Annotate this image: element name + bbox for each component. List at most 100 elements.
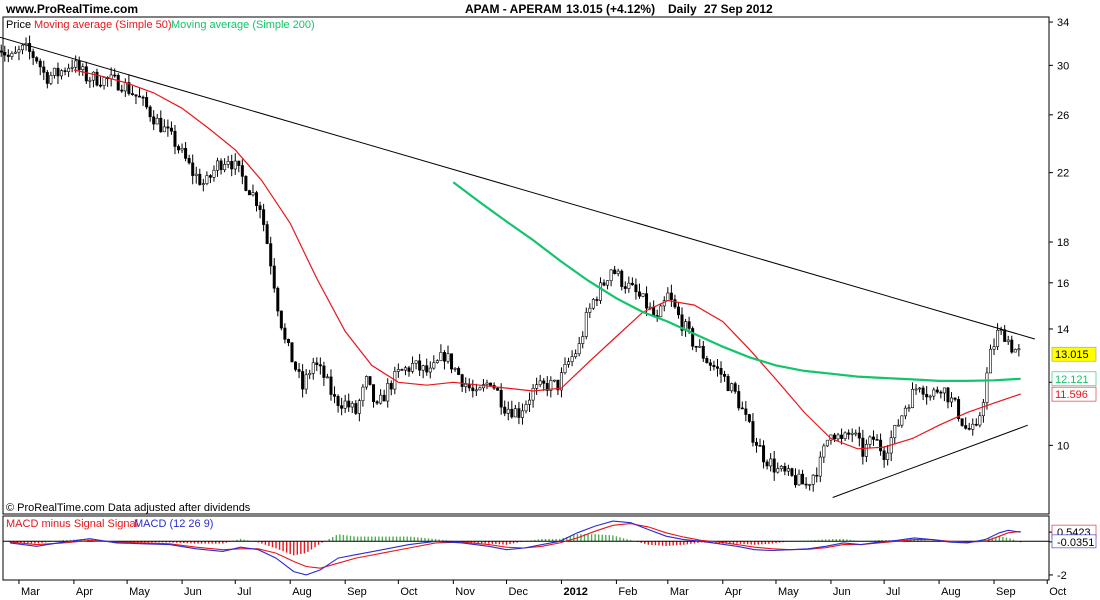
candle-body [450,353,454,370]
candle-body [503,406,507,414]
candle-body [524,404,528,412]
candle-body [985,372,989,403]
candle-body [442,352,446,362]
candle-body [42,66,46,73]
candle-body [226,161,230,165]
candle-body [609,269,613,282]
candle [290,342,294,363]
candle-body [935,389,939,393]
candle-body [747,414,751,422]
candle-body [464,383,468,387]
candle-body [595,299,599,301]
candle-body [446,353,450,362]
candle-body [354,403,358,414]
candle-body [744,408,748,415]
candle-body [996,329,1000,347]
candle-body [723,374,727,377]
candle-body [230,161,234,170]
candle-body [88,79,92,82]
candle-body [964,425,968,429]
candle-body [992,346,996,350]
candle-body [99,84,103,87]
candle-body [528,399,532,405]
candle-body [825,439,829,447]
candle-body [797,473,801,486]
candle-body [191,162,195,176]
candle-body [762,445,766,463]
last-price-label: 13.015 [1055,349,1089,361]
candle-body [758,445,762,447]
candle-body [974,423,978,426]
candle-body [70,66,74,69]
site-url[interactable]: www.ProRealTime.com [6,2,138,16]
candle-body [861,437,865,457]
candle-body [148,106,152,118]
candle-body [538,380,542,385]
candle-body [932,389,936,397]
candle-body [95,71,99,86]
candle-body [343,400,347,409]
candle-body [407,367,411,372]
candle-body [138,95,142,98]
candle-body [240,165,244,177]
candle-body [325,376,329,379]
candle-body [120,89,124,92]
candle-body [77,60,81,71]
x-tick-label: Jun [833,586,851,598]
candle-body [155,117,159,125]
candle-body [552,379,556,382]
candle-body [864,444,868,457]
candle-body [754,442,758,446]
x-tick-label: Mar [670,586,689,598]
candle-body [223,164,227,171]
candle-body [251,192,255,196]
candle-body [467,383,471,389]
candle-body [815,474,819,477]
candle-body [793,475,797,486]
candle-body [162,126,166,133]
macd-y-tick-label: -0.0351 [1057,537,1094,549]
candle-body [786,468,790,472]
candle-body [1010,339,1014,353]
candle-body [471,387,475,392]
candle-body [198,173,202,185]
candle-body [847,432,851,435]
candle-body [804,483,808,486]
candle-body [776,468,780,473]
x-tick-label: May [129,586,150,598]
y-tick-label: 18 [1057,237,1069,249]
candle-body [967,428,971,430]
candle [247,189,251,196]
x-tick-label: 2012 [563,586,587,598]
candle-body [276,287,280,312]
x-tick-label: Apr [725,586,742,598]
candle-body [613,269,617,274]
y-tick-label: 26 [1057,110,1069,122]
candle-body [907,407,911,410]
candle-body [620,270,624,287]
candle-body [205,175,209,184]
candle-body [740,407,744,410]
candle-body [939,391,943,394]
candle-body [737,391,741,409]
candle-body [439,352,443,361]
candle-body [772,458,776,473]
candle-body [676,306,680,316]
candle-body [159,117,163,133]
candle-body [903,407,907,417]
candle-body [145,97,149,108]
candle-body [212,169,216,178]
x-tick-label: May [778,586,799,598]
x-tick-label: Mar [21,586,40,598]
candle-body [49,75,53,84]
candle-body [10,53,14,57]
candle-body [694,345,698,348]
candle-body [45,72,49,84]
x-tick-label: Aug [292,586,312,598]
candle-body [581,336,585,344]
candle-body [84,66,88,82]
candle-body [340,405,344,409]
candle-body [496,387,500,391]
candle-body [570,356,574,363]
candle-body [691,328,695,347]
